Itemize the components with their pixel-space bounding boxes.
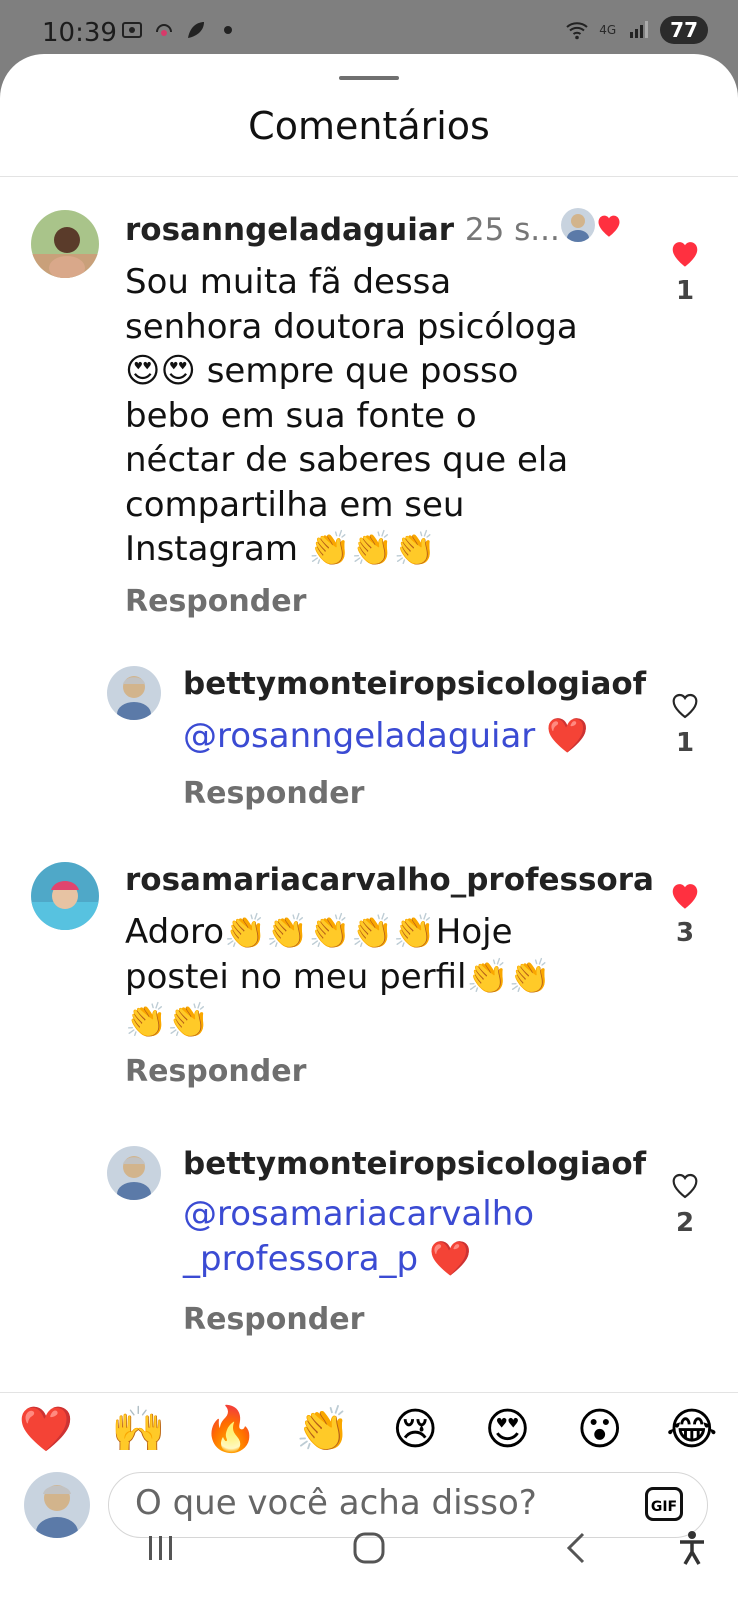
podcast-icon [156, 24, 172, 36]
emoji-raised-hands[interactable]: 🙌 [108, 1403, 168, 1455]
status-bar: 10:39 4G 77 [0, 0, 738, 60]
home-button[interactable] [339, 1518, 399, 1578]
like-button[interactable]: 2 [660, 1170, 710, 1238]
network-type: 4G [599, 23, 617, 37]
reply-button[interactable]: Responder [125, 1054, 306, 1089]
home-icon [353, 1532, 385, 1564]
dot-icon [224, 26, 232, 34]
avatar[interactable] [31, 862, 99, 930]
back-icon [566, 1532, 585, 1564]
comment-text: Adoro👏👏👏👏👏Hoje postei no meu perfil👏👏 👏👏 [125, 912, 552, 1041]
comment-username[interactable]: rosanngeladaguiar 25 s... [125, 212, 560, 248]
sheet-title: Comentários [248, 104, 490, 148]
reply-button[interactable]: Responder [125, 584, 306, 619]
heart-filled-icon [672, 242, 698, 267]
author-avatar [561, 208, 595, 242]
recent-apps-button[interactable] [131, 1518, 191, 1578]
wifi-icon [566, 22, 588, 40]
comment-text: Sou muita fã dessa senhora doutora psicó… [125, 262, 578, 569]
like-button[interactable]: 1 [660, 238, 710, 306]
emoji-heart-eyes[interactable]: 😍 [477, 1404, 537, 1455]
comment-username[interactable]: bettymonteiropsicologiaof [183, 666, 646, 702]
signal-icon [630, 21, 649, 38]
comment-text: @rosanngeladaguiar ❤️ [183, 716, 589, 756]
like-button[interactable]: 1 [660, 690, 710, 758]
accessibility-icon [680, 1531, 704, 1565]
screenshot-icon [122, 22, 142, 38]
like-button[interactable]: 3 [660, 880, 710, 948]
heart-outline-icon [672, 1173, 698, 1199]
comment-text: @rosamariacarvalho _professora_p ❤️ [183, 1194, 535, 1279]
drag-handle[interactable] [339, 76, 399, 80]
quick-emoji-bar: ❤️ 🙌 🔥 👏 😢 😍 😮 😂 [0, 1392, 738, 1465]
comment-list[interactable]: rosanngeladaguiar 25 s... Sou muita fã d… [0, 178, 738, 1392]
heart-filled-icon [672, 884, 698, 909]
like-count: 2 [675, 1208, 695, 1238]
battery-indicator: 77 [660, 16, 708, 44]
avatar[interactable] [107, 1146, 161, 1200]
reply-button[interactable]: Responder [183, 1302, 364, 1337]
emoji-crying[interactable]: 😢 [385, 1404, 445, 1455]
heart-outline-icon [672, 693, 698, 719]
avatar[interactable] [31, 210, 99, 278]
recent-apps-icon [149, 1536, 172, 1560]
comment-time: 25 s... [464, 212, 560, 248]
comments-sheet: Comentários rosanngeladaguiar 25 s... So… [0, 54, 738, 1600]
mention-link[interactable]: @rosamariacarvalho _professora_p [183, 1194, 534, 1279]
emoji-heart[interactable]: ❤️ [16, 1403, 76, 1455]
like-count: 3 [675, 918, 695, 948]
back-button[interactable] [546, 1518, 606, 1578]
emoji-laughing[interactable]: 😂 [662, 1404, 722, 1455]
system-nav-bar [0, 1500, 738, 1600]
comment-username[interactable]: bettymonteiropsicologiaof [183, 1146, 646, 1182]
emoji-surprised[interactable]: 😮 [570, 1404, 630, 1455]
comment-username[interactable]: rosamariacarvalho_professora [125, 862, 654, 898]
status-notification-icons [120, 18, 240, 42]
heart-icon [598, 215, 620, 237]
avatar[interactable] [107, 666, 161, 720]
like-count: 1 [675, 276, 695, 306]
leaf-icon [188, 22, 204, 38]
divider [0, 176, 738, 177]
liked-by-author [561, 208, 623, 242]
status-system-icons: 4G 77 [565, 16, 708, 44]
like-count: 1 [675, 728, 695, 758]
mention-link[interactable]: @rosanngeladaguiar [183, 716, 535, 756]
emoji-fire[interactable]: 🔥 [201, 1403, 261, 1455]
status-time: 10:39 [42, 18, 117, 48]
reply-button[interactable]: Responder [183, 776, 364, 811]
accessibility-button[interactable] [662, 1518, 722, 1578]
emoji-clap[interactable]: 👏 [293, 1403, 353, 1455]
